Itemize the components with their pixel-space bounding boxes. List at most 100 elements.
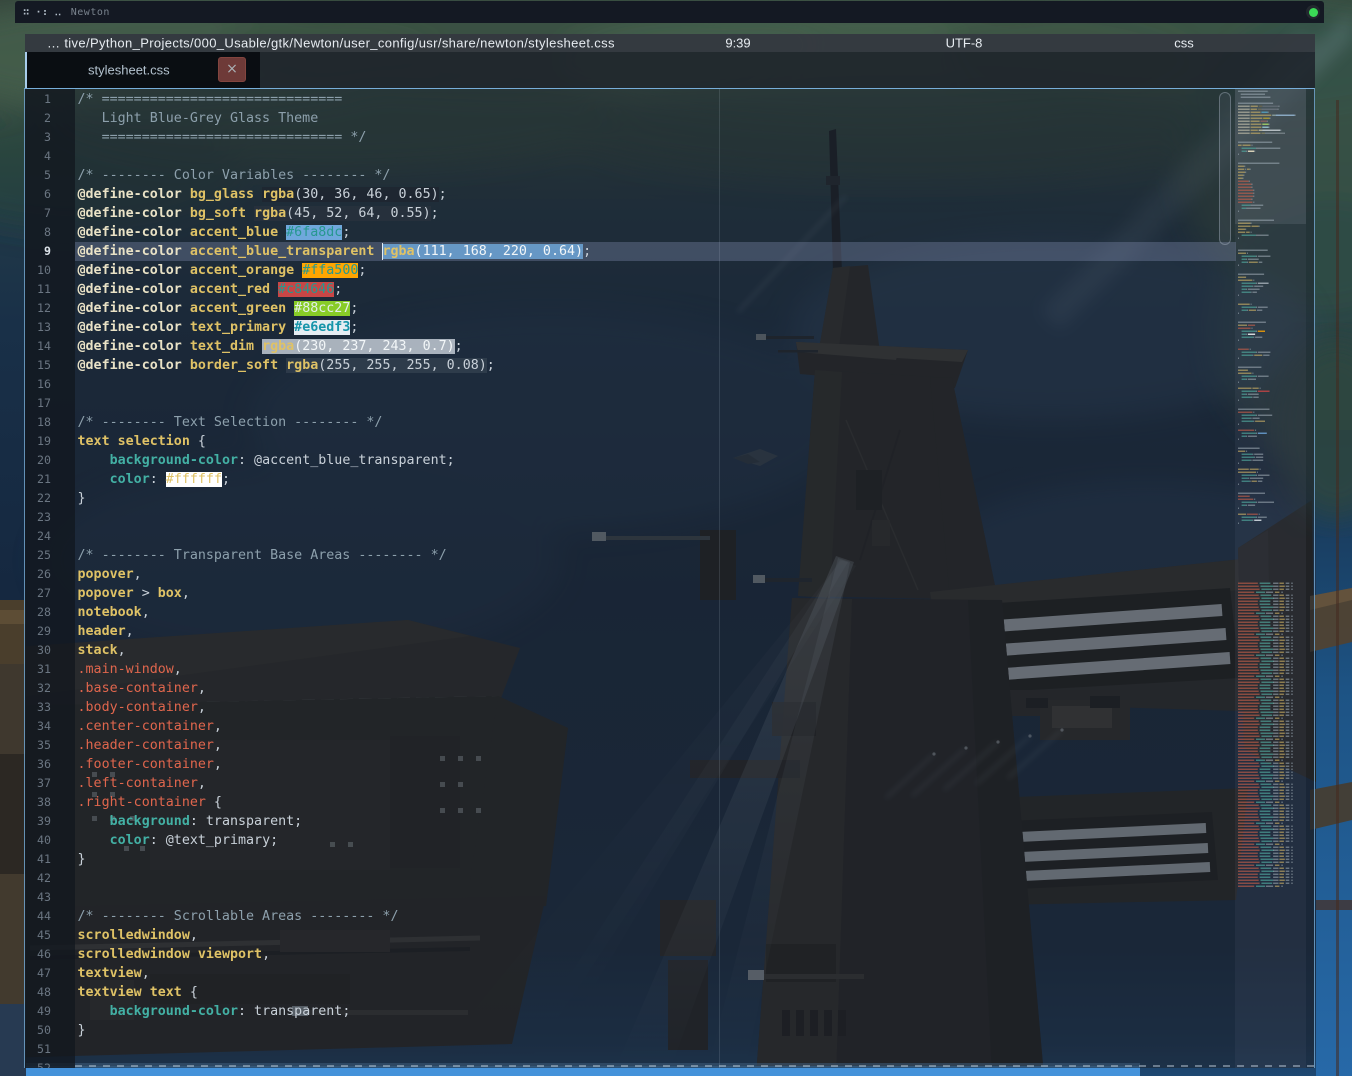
code-line[interactable]: /* -------- Transparent Base Areas -----…: [78, 546, 592, 565]
tab-stylesheet[interactable]: stylesheet.css ×: [25, 52, 260, 88]
code-line[interactable]: .base-container,: [78, 679, 592, 698]
line-number: 31: [25, 660, 51, 679]
code-line[interactable]: textview,: [78, 964, 592, 983]
code-line[interactable]: [78, 888, 592, 907]
code-line[interactable]: }: [78, 850, 592, 869]
code-line[interactable]: scrolledwindow viewport,: [78, 945, 592, 964]
line-number: 23: [25, 508, 51, 527]
code-line[interactable]: ============================== */: [78, 128, 592, 147]
code-line[interactable]: color: #ffffff;: [78, 470, 592, 489]
code-line[interactable]: @define-color accent_red #c84646;: [78, 280, 592, 299]
line-number: 10: [25, 261, 51, 280]
code-line[interactable]: .right-container {: [78, 793, 592, 812]
code-line[interactable]: [78, 508, 592, 527]
code-line[interactable]: @define-color accent_orange #ffa500;: [78, 261, 592, 280]
code-line[interactable]: text selection {: [78, 432, 592, 451]
window-titlebar[interactable]: ∷ ·: ‥ Newton: [15, 1, 1324, 23]
text-caret: [382, 243, 383, 260]
line-number: 11: [25, 280, 51, 299]
line-number: 14: [25, 337, 51, 356]
code-line[interactable]: @define-color text_dim rgba(230, 237, 24…: [78, 337, 592, 356]
line-number: 15: [25, 356, 51, 375]
line-number: 32: [25, 679, 51, 698]
code-line[interactable]: scrolledwindow,: [78, 926, 592, 945]
code-line[interactable]: .body-container,: [78, 698, 592, 717]
code-line[interactable]: .center-container,: [78, 717, 592, 736]
code-line[interactable]: notebook,: [78, 603, 592, 622]
line-number: 1: [25, 90, 51, 109]
code-line[interactable]: stack,: [78, 641, 592, 660]
line-number: 25: [25, 546, 51, 565]
line-number: 38: [25, 793, 51, 812]
encoding-label: UTF-8: [946, 36, 983, 51]
line-number: 4: [25, 147, 51, 166]
code-line[interactable]: .footer-container,: [78, 755, 592, 774]
line-number: 24: [25, 527, 51, 546]
code-line[interactable]: }: [78, 1021, 592, 1040]
code-line[interactable]: background-color: @accent_blue_transpare…: [78, 451, 592, 470]
line-number: 17: [25, 394, 51, 413]
code-line[interactable]: [78, 375, 592, 394]
code-line[interactable]: textview text {: [78, 983, 592, 1002]
line-number: 2: [25, 109, 51, 128]
line-number: 8: [25, 223, 51, 242]
code-line[interactable]: color: @text_primary;: [78, 831, 592, 850]
code-line[interactable]: @define-color accent_blue #6fa8dc;: [78, 223, 592, 242]
code-line[interactable]: background-color: transparent;: [78, 1002, 592, 1021]
code-line[interactable]: popover > box,: [78, 584, 592, 603]
code-line[interactable]: }: [78, 489, 592, 508]
code-line[interactable]: [78, 394, 592, 413]
line-number: 36: [25, 755, 51, 774]
line-number: 16: [25, 375, 51, 394]
line-number: 35: [25, 736, 51, 755]
line-number: 52: [25, 1059, 51, 1068]
code-line[interactable]: [78, 869, 592, 888]
tab-close-button[interactable]: ×: [218, 57, 246, 82]
code-line[interactable]: .left-container,: [78, 774, 592, 793]
line-number: 28: [25, 603, 51, 622]
code-line[interactable]: background: transparent;: [78, 812, 592, 831]
code-line[interactable]: [78, 527, 592, 546]
line-number: 50: [25, 1021, 51, 1040]
code-line[interactable]: /* ==============================: [78, 90, 592, 109]
line-number: 51: [25, 1040, 51, 1059]
editor-area[interactable]: 1234567891011121314151617181920212223242…: [24, 88, 1315, 1068]
code-line[interactable]: @define-color bg_soft rgba(45, 52, 64, 0…: [78, 204, 592, 223]
code-line[interactable]: .header-container,: [78, 736, 592, 755]
minimap-content: [1235, 89, 1306, 1067]
line-number: 37: [25, 774, 51, 793]
code-line[interactable]: popover,: [78, 565, 592, 584]
code-line[interactable]: /* -------- Color Variables -------- */: [78, 166, 592, 185]
right-margin-line: [719, 89, 720, 1068]
line-number: 49: [25, 1002, 51, 1021]
code-line[interactable]: Light Blue-Grey Glass Theme: [78, 109, 592, 128]
code-line[interactable]: header,: [78, 622, 592, 641]
line-number: 18: [25, 413, 51, 432]
code-line[interactable]: @define-color bg_glass rgba(30, 36, 46, …: [78, 185, 592, 204]
code-line[interactable]: .main-window,: [78, 660, 592, 679]
code-line[interactable]: /* -------- Text Selection -------- */: [78, 413, 592, 432]
code-line[interactable]: @define-color text_primary #e6edf3;: [78, 318, 592, 337]
line-number: 3: [25, 128, 51, 147]
line-number-gutter: 1234567891011121314151617181920212223242…: [25, 89, 75, 1068]
minimap[interactable]: [1235, 89, 1306, 1068]
code-line[interactable]: /* -------- Scrollable Areas -------- */: [78, 907, 592, 926]
line-number: 29: [25, 622, 51, 641]
code-line[interactable]: @define-color accent_blue_transparent rg…: [78, 242, 592, 261]
vertical-scrollbar-thumb[interactable]: [1219, 92, 1231, 245]
line-number: 44: [25, 907, 51, 926]
code-text[interactable]: /* ============================== Light …: [78, 90, 592, 1068]
code-line[interactable]: @define-color border_soft rgba(255, 255,…: [78, 356, 592, 375]
window-status-indicator[interactable]: [1306, 5, 1320, 19]
line-number: 22: [25, 489, 51, 508]
line-number: 30: [25, 641, 51, 660]
line-number: 47: [25, 964, 51, 983]
code-line[interactable]: @define-color accent_green #88cc27;: [78, 299, 592, 318]
code-line[interactable]: [78, 147, 592, 166]
code-line[interactable]: [78, 1040, 592, 1059]
line-number: 41: [25, 850, 51, 869]
titlebar-dots-icon: ∷: [23, 7, 30, 18]
line-number: 33: [25, 698, 51, 717]
line-number: 5: [25, 166, 51, 185]
line-number: 34: [25, 717, 51, 736]
